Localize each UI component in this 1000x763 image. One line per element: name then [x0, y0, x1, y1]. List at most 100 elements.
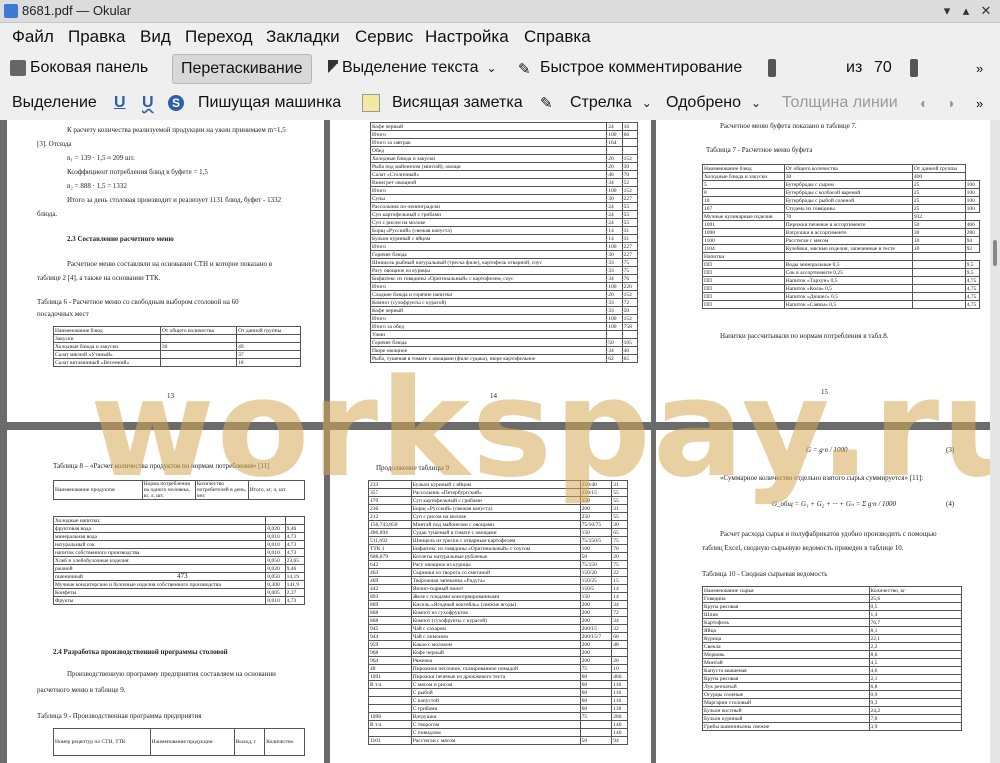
table-cell: 16 — [621, 122, 639, 131]
table-cell: 75 — [579, 712, 613, 721]
chevron-down-icon[interactable]: ⌄ — [751, 96, 761, 110]
color-icon[interactable]: ◐ — [920, 88, 928, 118]
maximize-icon[interactable]: ▴ — [957, 2, 975, 20]
table-cell: 944 — [368, 632, 412, 641]
table-row: 869 Кисель «Ягодный коктейль» (свежие яго… — [368, 600, 628, 609]
toolbar-overflow-icon[interactable]: » — [976, 53, 983, 83]
typewriter-button[interactable]: Пишущая машинка — [198, 88, 341, 118]
quick-comment-button[interactable]: ✎ Быстрое комментирование — [518, 53, 742, 83]
table-cell: Яйца — [702, 626, 870, 635]
text-select-button[interactable]: Выделение текста ⌄ — [328, 53, 497, 83]
table-cell: 34 — [606, 274, 623, 283]
table-cell: 141,9 — [284, 580, 306, 589]
table-cell: 4,5 — [868, 658, 962, 667]
consumption-rows: Холодные напитки: фруктовая вода 0,020 9,46… — [52, 516, 306, 605]
table-cell: 25 — [911, 196, 966, 205]
scrollbar-thumb[interactable] — [993, 240, 997, 266]
table-cell: 24 — [606, 210, 623, 219]
next-page-button[interactable] — [910, 53, 922, 83]
menu-file[interactable]: Файл — [12, 27, 54, 47]
table-cell: ПП — [702, 260, 785, 269]
table-row: Борщ «Русский» (свежая капуста) 14 31 — [369, 226, 639, 235]
table-row: Шницель рыбный натуральный (треска филе)… — [369, 258, 639, 267]
table-cell: 30 — [783, 172, 913, 181]
table-cell: 6,8 — [868, 682, 962, 691]
table-row: 8 Бутерброды с колбасой вареной 25 100 — [702, 188, 981, 197]
table-cell — [911, 276, 966, 285]
underline-icon[interactable]: U — [114, 88, 126, 118]
table-cell: 75/150/5 — [579, 536, 613, 545]
table-cell: 72 — [621, 298, 639, 307]
table-cell: 76,7 — [868, 618, 962, 627]
table-row: С повидлом 140 — [368, 728, 628, 737]
vertical-scrollbar[interactable] — [990, 120, 1000, 763]
table-cell: Пирожное песочное, глазированное помадой — [410, 664, 581, 673]
stamp-button[interactable]: Одобрено ⌄ — [666, 88, 761, 118]
arrow-button[interactable]: Стрелка ⌄ — [570, 88, 652, 118]
chevron-down-icon[interactable]: ⌄ — [487, 61, 497, 75]
menu-bar: Файл Правка Вид Переход Закладки Сервис … — [0, 23, 1000, 51]
highlight-button[interactable]: Выделение — [12, 88, 97, 118]
menu-bookmarks[interactable]: Закладки — [266, 27, 340, 47]
menu-help[interactable]: Справка — [524, 27, 591, 47]
table-cell: С рыбой — [410, 688, 581, 697]
table-cell: ТТК 1 — [368, 544, 412, 553]
strikeout-icon[interactable]: S — [168, 88, 184, 118]
table-cell: 10 — [911, 244, 966, 253]
menu-tools[interactable]: Сервис — [355, 27, 413, 47]
table-cell: 32 — [611, 624, 628, 633]
table-cell: ПП — [702, 292, 785, 301]
line-width-control[interactable]: Толщина линии — [782, 88, 898, 118]
menu-view[interactable]: Вид — [140, 27, 171, 47]
table-row: ПП Напиток «Кола» 0,5 4,75 — [702, 284, 981, 293]
chevron-down-icon[interactable]: ⌄ — [642, 96, 652, 110]
table-cell: От данной группы — [911, 164, 966, 173]
table-cell: 25,6 — [868, 594, 962, 603]
note-icon[interactable] — [362, 88, 384, 118]
menu-edit[interactable]: Правка — [68, 27, 125, 47]
popup-note-button[interactable]: Висящая заметка — [392, 88, 523, 118]
table-cell: 24 — [606, 202, 623, 211]
note-paper-icon — [362, 94, 380, 112]
table-row: 1098 Ватрушки в ассортименте 30 280 — [702, 228, 981, 237]
page-text: таблиц Excel, сводную сырьевую ведомость… — [702, 544, 904, 552]
table-cell: 24 — [606, 122, 623, 131]
toolbar-overflow-icon[interactable]: » — [976, 88, 983, 118]
table-cell: 33 — [606, 258, 623, 267]
popup-note-label: Висящая заметка — [392, 94, 523, 111]
table-row: Грибы шампиньоны свежие 3,9 — [702, 722, 962, 731]
table-cell: 0,5 — [868, 602, 962, 611]
table-cell: Напитки — [702, 252, 785, 261]
document-view[interactable]: К расчету количества реализуемой продукц… — [0, 120, 1000, 763]
sidebar-button[interactable]: Боковая панель — [10, 53, 148, 83]
table-cell: 100 — [964, 188, 981, 197]
prev-page-button[interactable] — [768, 53, 780, 83]
table-cell: Рагу овощное из курицы — [410, 560, 581, 569]
table-cell: 116 — [611, 696, 628, 705]
table-cell: 9,46 — [284, 564, 306, 573]
table-cell: 31 — [621, 234, 639, 243]
menu-settings[interactable]: Настройка — [425, 27, 509, 47]
table-cell: 1098 — [368, 712, 412, 721]
close-icon[interactable]: ✕ — [977, 2, 995, 20]
opacity-icon[interactable]: ◑ — [946, 88, 954, 118]
menu-go[interactable]: Переход — [185, 27, 253, 47]
main-toolbar: Боковая панель Перетаскивание Выделение … — [0, 53, 1000, 138]
table-cell: Мучные кулинарные изделия — [702, 212, 785, 221]
table-cell: Обед — [369, 146, 608, 155]
squiggle-icon[interactable]: U — [142, 88, 154, 118]
table-cell: Конфеты — [52, 588, 267, 597]
page-text: Коэффициент потребления блюд в буфете = … — [67, 168, 208, 176]
table-row: 10 Бутерброды с рыбой соленой 25 100 — [702, 196, 981, 205]
page-text: Итого за день столовая производит и реал… — [67, 196, 282, 204]
table-row: натуральный сок 0,010 4,73 — [52, 540, 306, 549]
table-cell: 55 — [621, 210, 639, 219]
table-cell: Холодные напитки: — [52, 516, 267, 525]
table-cell: Яично-сырный омлет — [410, 584, 581, 593]
table-row: ТТК 1 Бифштекс из говядины «Оригинальный»… — [368, 544, 628, 553]
table-cell: 30 — [621, 162, 639, 171]
table-cell: Рассольник по-ленинградски — [369, 202, 608, 211]
drag-mode-button[interactable]: Перетаскивание — [172, 54, 312, 84]
minimize-icon[interactable]: ▾ — [938, 2, 956, 20]
table-cell: 46 — [606, 170, 623, 179]
